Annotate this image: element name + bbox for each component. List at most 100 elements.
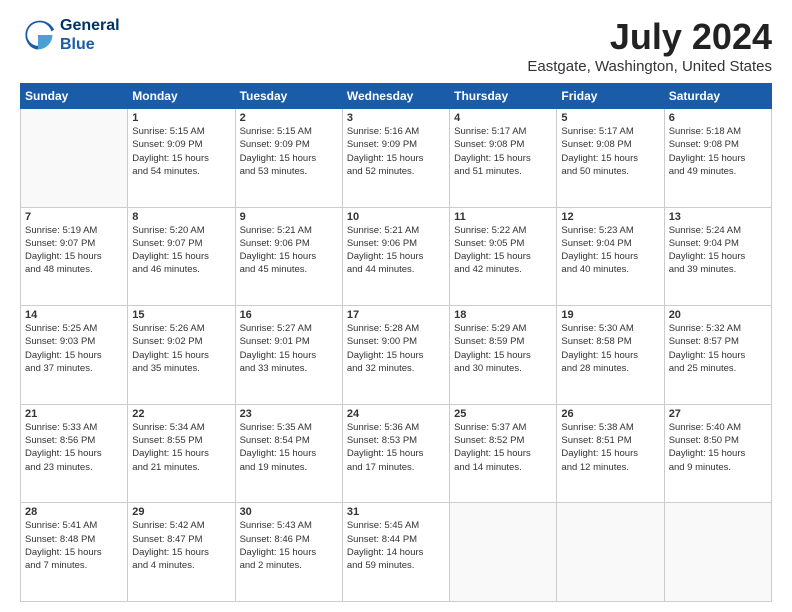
calendar-week-row: 7Sunrise: 5:19 AMSunset: 9:07 PMDaylight… [21, 207, 772, 306]
calendar-cell: 7Sunrise: 5:19 AMSunset: 9:07 PMDaylight… [21, 207, 128, 306]
day-number: 14 [25, 309, 123, 321]
day-info: Sunrise: 5:30 AMSunset: 8:58 PMDaylight:… [561, 322, 659, 375]
day-number: 6 [669, 112, 767, 124]
day-number: 17 [347, 309, 445, 321]
day-number: 9 [240, 211, 338, 223]
calendar-cell: 4Sunrise: 5:17 AMSunset: 9:08 PMDaylight… [450, 109, 557, 208]
day-number: 29 [132, 506, 230, 518]
day-info: Sunrise: 5:41 AMSunset: 8:48 PMDaylight:… [25, 519, 123, 572]
weekday-header: Tuesday [235, 84, 342, 109]
day-info: Sunrise: 5:24 AMSunset: 9:04 PMDaylight:… [669, 224, 767, 277]
calendar-cell [557, 503, 664, 602]
day-number: 15 [132, 309, 230, 321]
day-info: Sunrise: 5:45 AMSunset: 8:44 PMDaylight:… [347, 519, 445, 572]
calendar-week-row: 1Sunrise: 5:15 AMSunset: 9:09 PMDaylight… [21, 109, 772, 208]
subtitle: Eastgate, Washington, United States [527, 58, 772, 75]
day-number: 22 [132, 408, 230, 420]
day-number: 20 [669, 309, 767, 321]
calendar-cell: 17Sunrise: 5:28 AMSunset: 9:00 PMDayligh… [342, 306, 449, 405]
weekday-header: Wednesday [342, 84, 449, 109]
calendar-cell: 16Sunrise: 5:27 AMSunset: 9:01 PMDayligh… [235, 306, 342, 405]
calendar-cell: 14Sunrise: 5:25 AMSunset: 9:03 PMDayligh… [21, 306, 128, 405]
calendar-cell: 25Sunrise: 5:37 AMSunset: 8:52 PMDayligh… [450, 404, 557, 503]
day-number: 18 [454, 309, 552, 321]
day-number: 16 [240, 309, 338, 321]
day-info: Sunrise: 5:23 AMSunset: 9:04 PMDaylight:… [561, 224, 659, 277]
calendar-cell: 6Sunrise: 5:18 AMSunset: 9:08 PMDaylight… [664, 109, 771, 208]
header: General Blue July 2024 Eastgate, Washing… [20, 16, 772, 75]
day-number: 8 [132, 211, 230, 223]
calendar-cell: 26Sunrise: 5:38 AMSunset: 8:51 PMDayligh… [557, 404, 664, 503]
calendar-cell: 21Sunrise: 5:33 AMSunset: 8:56 PMDayligh… [21, 404, 128, 503]
day-number: 4 [454, 112, 552, 124]
day-number: 26 [561, 408, 659, 420]
day-info: Sunrise: 5:15 AMSunset: 9:09 PMDaylight:… [240, 125, 338, 178]
weekday-header: Monday [128, 84, 235, 109]
calendar-week-row: 21Sunrise: 5:33 AMSunset: 8:56 PMDayligh… [21, 404, 772, 503]
calendar-cell: 18Sunrise: 5:29 AMSunset: 8:59 PMDayligh… [450, 306, 557, 405]
day-info: Sunrise: 5:32 AMSunset: 8:57 PMDaylight:… [669, 322, 767, 375]
day-info: Sunrise: 5:37 AMSunset: 8:52 PMDaylight:… [454, 421, 552, 474]
calendar-week-row: 14Sunrise: 5:25 AMSunset: 9:03 PMDayligh… [21, 306, 772, 405]
calendar-cell: 19Sunrise: 5:30 AMSunset: 8:58 PMDayligh… [557, 306, 664, 405]
day-info: Sunrise: 5:20 AMSunset: 9:07 PMDaylight:… [132, 224, 230, 277]
day-number: 2 [240, 112, 338, 124]
day-number: 31 [347, 506, 445, 518]
day-info: Sunrise: 5:29 AMSunset: 8:59 PMDaylight:… [454, 322, 552, 375]
calendar-cell: 27Sunrise: 5:40 AMSunset: 8:50 PMDayligh… [664, 404, 771, 503]
calendar-cell: 23Sunrise: 5:35 AMSunset: 8:54 PMDayligh… [235, 404, 342, 503]
calendar-cell: 3Sunrise: 5:16 AMSunset: 9:09 PMDaylight… [342, 109, 449, 208]
calendar-cell: 9Sunrise: 5:21 AMSunset: 9:06 PMDaylight… [235, 207, 342, 306]
day-number: 27 [669, 408, 767, 420]
day-number: 3 [347, 112, 445, 124]
logo-icon [20, 17, 56, 53]
day-info: Sunrise: 5:35 AMSunset: 8:54 PMDaylight:… [240, 421, 338, 474]
day-number: 30 [240, 506, 338, 518]
day-number: 1 [132, 112, 230, 124]
day-info: Sunrise: 5:38 AMSunset: 8:51 PMDaylight:… [561, 421, 659, 474]
calendar-header-row: SundayMondayTuesdayWednesdayThursdayFrid… [21, 84, 772, 109]
calendar-cell: 22Sunrise: 5:34 AMSunset: 8:55 PMDayligh… [128, 404, 235, 503]
calendar-cell [450, 503, 557, 602]
title-block: July 2024 Eastgate, Washington, United S… [527, 16, 772, 75]
day-info: Sunrise: 5:15 AMSunset: 9:09 PMDaylight:… [132, 125, 230, 178]
day-info: Sunrise: 5:33 AMSunset: 8:56 PMDaylight:… [25, 421, 123, 474]
calendar-cell [21, 109, 128, 208]
calendar-cell: 11Sunrise: 5:22 AMSunset: 9:05 PMDayligh… [450, 207, 557, 306]
day-info: Sunrise: 5:16 AMSunset: 9:09 PMDaylight:… [347, 125, 445, 178]
calendar-cell: 2Sunrise: 5:15 AMSunset: 9:09 PMDaylight… [235, 109, 342, 208]
weekday-header: Thursday [450, 84, 557, 109]
day-info: Sunrise: 5:22 AMSunset: 9:05 PMDaylight:… [454, 224, 552, 277]
calendar-cell: 29Sunrise: 5:42 AMSunset: 8:47 PMDayligh… [128, 503, 235, 602]
day-info: Sunrise: 5:18 AMSunset: 9:08 PMDaylight:… [669, 125, 767, 178]
day-number: 28 [25, 506, 123, 518]
day-number: 7 [25, 211, 123, 223]
day-number: 21 [25, 408, 123, 420]
day-info: Sunrise: 5:21 AMSunset: 9:06 PMDaylight:… [240, 224, 338, 277]
logo-text: General Blue [60, 16, 120, 54]
logo: General Blue [20, 16, 120, 54]
day-info: Sunrise: 5:34 AMSunset: 8:55 PMDaylight:… [132, 421, 230, 474]
calendar-cell: 20Sunrise: 5:32 AMSunset: 8:57 PMDayligh… [664, 306, 771, 405]
calendar-cell: 31Sunrise: 5:45 AMSunset: 8:44 PMDayligh… [342, 503, 449, 602]
calendar-cell: 10Sunrise: 5:21 AMSunset: 9:06 PMDayligh… [342, 207, 449, 306]
day-number: 19 [561, 309, 659, 321]
day-number: 10 [347, 211, 445, 223]
main-title: July 2024 [527, 16, 772, 58]
calendar-cell: 5Sunrise: 5:17 AMSunset: 9:08 PMDaylight… [557, 109, 664, 208]
day-number: 13 [669, 211, 767, 223]
calendar-cell: 12Sunrise: 5:23 AMSunset: 9:04 PMDayligh… [557, 207, 664, 306]
day-info: Sunrise: 5:36 AMSunset: 8:53 PMDaylight:… [347, 421, 445, 474]
calendar-cell: 15Sunrise: 5:26 AMSunset: 9:02 PMDayligh… [128, 306, 235, 405]
day-info: Sunrise: 5:42 AMSunset: 8:47 PMDaylight:… [132, 519, 230, 572]
day-info: Sunrise: 5:19 AMSunset: 9:07 PMDaylight:… [25, 224, 123, 277]
calendar-cell: 8Sunrise: 5:20 AMSunset: 9:07 PMDaylight… [128, 207, 235, 306]
day-info: Sunrise: 5:17 AMSunset: 9:08 PMDaylight:… [454, 125, 552, 178]
day-info: Sunrise: 5:27 AMSunset: 9:01 PMDaylight:… [240, 322, 338, 375]
day-info: Sunrise: 5:28 AMSunset: 9:00 PMDaylight:… [347, 322, 445, 375]
day-number: 24 [347, 408, 445, 420]
day-info: Sunrise: 5:26 AMSunset: 9:02 PMDaylight:… [132, 322, 230, 375]
calendar-cell: 28Sunrise: 5:41 AMSunset: 8:48 PMDayligh… [21, 503, 128, 602]
day-number: 12 [561, 211, 659, 223]
calendar-cell: 24Sunrise: 5:36 AMSunset: 8:53 PMDayligh… [342, 404, 449, 503]
